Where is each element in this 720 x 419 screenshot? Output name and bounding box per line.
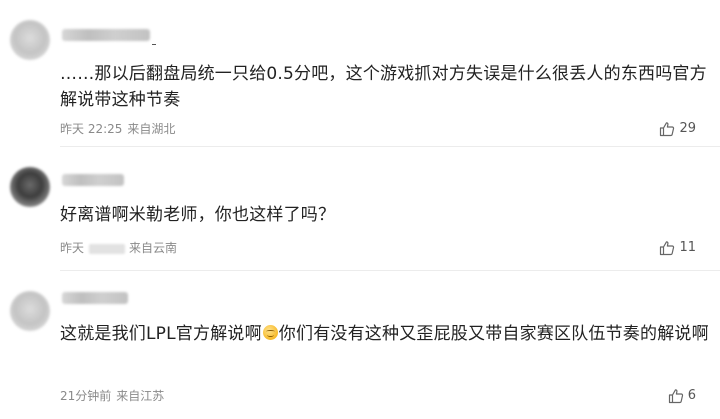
like-count: 6 xyxy=(687,388,696,403)
username[interactable] xyxy=(62,29,150,41)
comment-text-part: 这就是我们LPL官方解说啊 xyxy=(60,324,262,344)
comment-text-part: 你们有没有这种又歪屁股又带自家赛区队伍节奏的解说啊 xyxy=(278,324,709,344)
avatar[interactable] xyxy=(10,291,50,331)
comment-item: 好离谱啊米勒老师，你也这样了吗？ 昨天 来自云南 11 xyxy=(0,147,720,271)
comment-item: 这就是我们LPL官方解说啊 你们有没有这种又歪屁股又带自家赛区队伍节奏的解说啊 2… xyxy=(0,271,720,419)
comment-location: 来自湖北 xyxy=(127,122,176,136)
like-button[interactable]: 6 xyxy=(668,387,696,405)
comment-text: 好离谱啊米勒老师，你也这样了吗？ xyxy=(60,205,336,225)
username[interactable] xyxy=(62,174,124,186)
username[interactable] xyxy=(62,292,128,304)
username-tail xyxy=(152,44,156,45)
comment-meta: 昨天 来自云南 xyxy=(60,240,177,256)
comment-meta: 昨天 22:25 来自湖北 xyxy=(60,121,175,137)
comment-text: ……那以后翻盘局统一只给0.5分吧，这个游戏抓对方失误是什么很丢人的东西吗官方解… xyxy=(60,64,707,110)
time-blur xyxy=(89,243,126,254)
like-button[interactable]: 11 xyxy=(659,239,696,257)
smile-emoji-icon xyxy=(262,325,278,340)
like-count: 11 xyxy=(679,240,696,255)
avatar[interactable] xyxy=(10,167,50,207)
comment-time: 昨天 22:25 xyxy=(60,122,123,136)
comment-time: 21分钟前 xyxy=(60,389,112,403)
like-count: 29 xyxy=(679,121,696,136)
comment-location: 来自江苏 xyxy=(116,389,165,403)
comment-location: 来自云南 xyxy=(129,241,178,255)
comment-time: 昨天 xyxy=(60,241,85,255)
comment-text: 这就是我们LPL官方解说啊 你们有没有这种又歪屁股又带自家赛区队伍节奏的解说啊 xyxy=(60,321,710,347)
thumbs-up-icon xyxy=(660,122,675,137)
thumbs-up-icon xyxy=(668,389,683,404)
comment-item: ……那以后翻盘局统一只给0.5分吧，这个游戏抓对方失误是什么很丢人的东西吗官方解… xyxy=(0,0,720,147)
comment-meta: 21分钟前 来自江苏 xyxy=(60,388,164,404)
comment-list: ……那以后翻盘局统一只给0.5分吧，这个游戏抓对方失误是什么很丢人的东西吗官方解… xyxy=(0,0,720,419)
thumbs-up-icon xyxy=(660,241,675,256)
avatar[interactable] xyxy=(10,20,50,60)
like-button[interactable]: 29 xyxy=(659,120,696,138)
